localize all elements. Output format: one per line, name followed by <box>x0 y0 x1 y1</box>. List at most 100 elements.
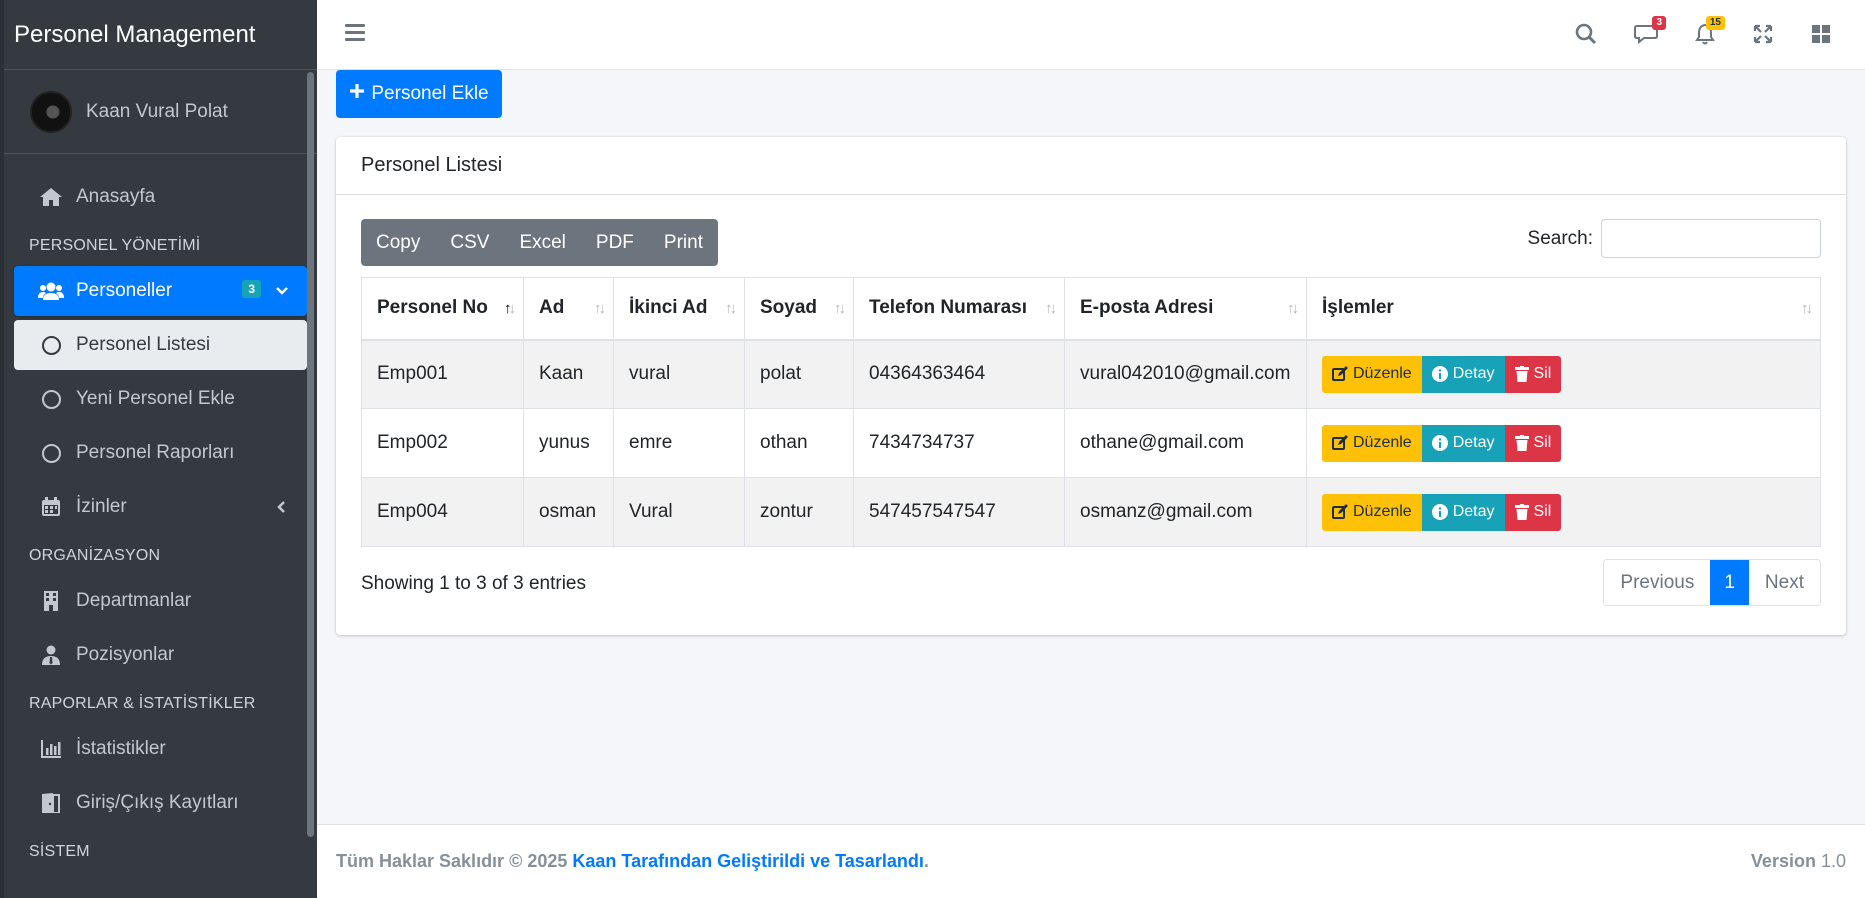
user-panel[interactable]: Kaan Vural Polat <box>4 70 317 154</box>
sidebar-item-yeni-personel[interactable]: Yeni Personel Ekle <box>14 374 307 424</box>
trash-icon <box>1514 366 1529 383</box>
cell-personel-no: Emp001 <box>361 339 524 409</box>
sidebar-item-giris-cikis[interactable]: Giriş/Çıkış Kayıtları <box>14 778 307 828</box>
table-info: Showing 1 to 3 of 3 entries <box>361 573 586 594</box>
column-header-soyad[interactable]: Soyad ↑↓ <box>744 277 854 341</box>
sidebar-item-label: Anasayfa <box>76 186 156 207</box>
pdf-button[interactable]: PDF <box>581 219 649 266</box>
page-1-button[interactable]: 1 <box>1710 560 1749 605</box>
user-tie-icon <box>38 644 64 666</box>
add-personel-button[interactable]: Personel Ekle <box>336 70 502 118</box>
edit-icon <box>1332 366 1348 382</box>
column-header-islemler[interactable]: İşlemler ↑↓ <box>1306 277 1821 341</box>
column-header-ikinci-ad[interactable]: İkinci Ad ↑↓ <box>613 277 745 341</box>
sort-icon: ↑↓ <box>1801 300 1813 317</box>
cell-actions: Düzenle Detay Sil <box>1306 477 1821 547</box>
next-page-button[interactable]: Next <box>1748 560 1820 605</box>
previous-page-button[interactable]: Previous <box>1604 560 1711 605</box>
sidebar-item-label: Personel Raporları <box>76 442 235 463</box>
edit-icon <box>1332 435 1348 450</box>
cell-soyad: polat <box>744 339 854 409</box>
sidebar-item-raporlar[interactable]: Personel Raporları <box>14 428 307 478</box>
edit-icon <box>1332 504 1348 519</box>
print-button[interactable]: Print <box>649 219 718 266</box>
sort-icon: ↑↓ <box>834 300 846 317</box>
copy-button[interactable]: Copy <box>361 219 435 266</box>
chevron-left-icon <box>275 498 289 520</box>
notifications-badge: 15 <box>1705 16 1725 30</box>
sort-icon: ↑↓ <box>594 300 606 317</box>
cell-ad: Kaan <box>523 339 614 409</box>
nav-header-raporlar: RAPORLAR & İSTATİSTİKLER <box>29 695 256 712</box>
comments-icon[interactable]: 3 <box>1634 16 1666 46</box>
column-header-personel-no[interactable]: Personel No ↑↓ <box>361 277 524 341</box>
csv-button[interactable]: CSV <box>435 219 504 266</box>
footer: Tüm Haklar Saklıdır © 2025 Kaan Tarafınd… <box>317 824 1865 898</box>
brand-title[interactable]: Personel Management <box>4 0 317 70</box>
bell-icon[interactable]: 15 <box>1693 16 1725 46</box>
search-icon[interactable] <box>1574 22 1598 46</box>
sidebar-item-label: Yeni Personel Ekle <box>76 388 235 409</box>
main-content: Personel Ekle Personel Listesi Copy CSV … <box>317 70 1865 824</box>
column-header-telefon[interactable]: Telefon Numarası ↑↓ <box>853 277 1065 341</box>
cell-telefon: 7434734737 <box>853 408 1065 478</box>
sidebar-item-personeller[interactable]: Personeller 3 <box>14 266 307 316</box>
cell-actions: Düzenle Detay Sil <box>1306 408 1821 478</box>
sidebar-item-label: Personel Listesi <box>76 334 211 355</box>
info-icon <box>1431 435 1448 451</box>
sidebar-item-izinler[interactable]: İzinler <box>14 482 307 532</box>
pagination: Previous 1 Next <box>1603 559 1821 606</box>
detail-button[interactable]: Detay <box>1421 355 1505 393</box>
cell-ikinci-ad: Vural <box>613 477 745 547</box>
cell-personel-no: Emp002 <box>361 408 524 478</box>
cell-actions: Düzenle Detay Sil <box>1306 339 1821 409</box>
cell-personel-no: Emp004 <box>361 477 524 547</box>
calendar-icon <box>38 496 64 518</box>
detail-button[interactable]: Detay <box>1421 424 1505 462</box>
plus-icon <box>349 83 365 105</box>
sidebar-item-istatistikler[interactable]: İstatistikler <box>14 724 307 774</box>
search-label: Search: <box>1527 227 1593 249</box>
sort-icon: ↑↓ <box>1045 300 1057 317</box>
door-open-icon <box>38 792 64 814</box>
trash-icon <box>1514 504 1529 520</box>
version-label: Version <box>1750 851 1816 871</box>
footer-credit-link[interactable]: Kaan Tarafından Geliştirildi ve Tasarlan… <box>572 851 923 872</box>
delete-button[interactable]: Sil <box>1504 424 1562 462</box>
delete-button[interactable]: Sil <box>1504 493 1562 531</box>
edit-button[interactable]: Düzenle <box>1322 424 1422 462</box>
cell-eposta: othane@gmail.com <box>1064 408 1307 478</box>
column-header-ad[interactable]: Ad ↑↓ <box>523 277 614 341</box>
circle-icon <box>38 388 64 410</box>
footer-period: . <box>923 851 929 871</box>
excel-button[interactable]: Excel <box>504 219 580 266</box>
grid-icon[interactable] <box>1809 22 1833 46</box>
menu-toggle-icon[interactable] <box>345 24 365 44</box>
info-icon <box>1431 504 1448 520</box>
personel-table: Personel No ↑↓ Ad ↑↓ İkinci Ad ↑↓ Soyad ↑↓ T… <box>361 277 1821 547</box>
cell-soyad: zontur <box>744 477 854 547</box>
nav-header-sistem: SİSTEM <box>29 843 90 860</box>
sort-icon: ↑↓ <box>1287 300 1299 317</box>
version-number: 1.0 <box>1820 851 1846 871</box>
nav-header-organizasyon: ORGANİZASYON <box>29 547 161 564</box>
circle-icon <box>38 442 64 464</box>
delete-button[interactable]: Sil <box>1504 355 1562 393</box>
edit-button[interactable]: Düzenle <box>1322 355 1422 393</box>
cell-ad: osman <box>523 477 614 547</box>
sidebar-item-personel-listesi[interactable]: Personel Listesi <box>14 320 307 370</box>
sidebar-item-pozisyonlar[interactable]: Pozisyonlar <box>14 630 307 680</box>
chart-bar-icon <box>38 738 64 760</box>
search-input[interactable] <box>1601 219 1821 258</box>
user-name[interactable]: Kaan Vural Polat <box>86 101 228 123</box>
sidebar-item-departmanlar[interactable]: Departmanlar <box>14 576 307 626</box>
sort-icon: ↑↓ <box>725 300 737 317</box>
sidebar-item-home[interactable]: Anasayfa <box>14 172 307 222</box>
column-header-eposta[interactable]: E-posta Adresi ↑↓ <box>1064 277 1307 341</box>
sidebar-scrollbar[interactable] <box>307 72 314 837</box>
search-box: Search: <box>1528 219 1821 258</box>
detail-button[interactable]: Detay <box>1421 493 1505 531</box>
fullscreen-icon[interactable] <box>1751 22 1775 46</box>
cell-telefon: 547457547547 <box>853 477 1065 547</box>
edit-button[interactable]: Düzenle <box>1322 493 1422 531</box>
